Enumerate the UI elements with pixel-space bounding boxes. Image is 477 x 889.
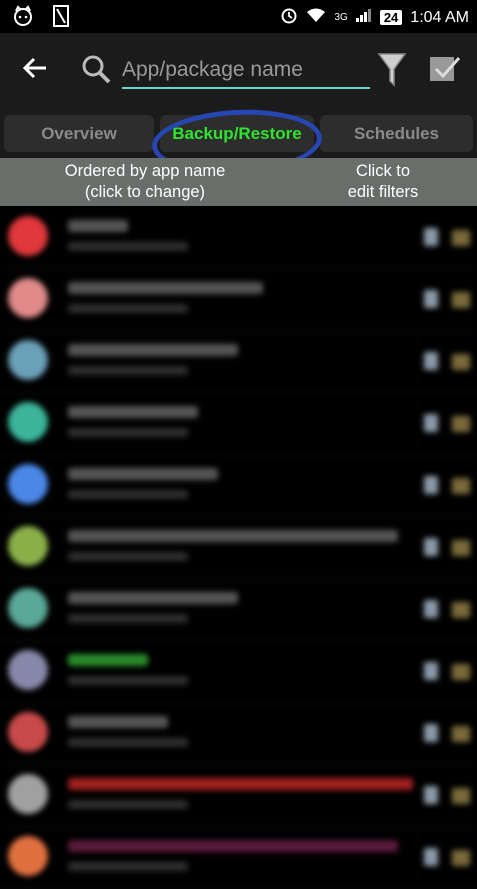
backup-status-icon — [424, 662, 438, 680]
clock: 1:04 AM — [410, 8, 469, 26]
search-icon — [80, 53, 112, 90]
data-status-icon — [452, 292, 470, 308]
backup-status-icon — [424, 848, 438, 866]
app-name — [68, 344, 238, 356]
app-package — [68, 614, 188, 623]
app-name — [68, 778, 413, 790]
app-icon — [8, 588, 48, 628]
tab-schedules[interactable]: Schedules — [320, 115, 473, 152]
app-package — [68, 428, 188, 437]
app-package — [68, 366, 188, 375]
data-status-icon — [452, 850, 470, 866]
data-status-icon — [452, 540, 470, 556]
status-bar: 3G 24 1:04 AM — [0, 0, 477, 33]
list-item[interactable] — [0, 330, 477, 393]
battery-level: 24 — [379, 10, 403, 25]
backup-status-icon — [424, 600, 438, 618]
app-name — [68, 716, 168, 728]
data-status-icon — [452, 354, 470, 370]
app-icon — [8, 712, 48, 752]
backup-status-icon — [424, 414, 438, 432]
app-icon — [8, 836, 48, 876]
list-item[interactable] — [0, 764, 477, 827]
backup-status-icon — [424, 352, 438, 370]
checkbox-icon[interactable] — [428, 53, 462, 92]
data-status-icon — [452, 726, 470, 742]
data-status-icon — [452, 230, 470, 246]
backup-status-icon — [424, 290, 438, 308]
app-name — [68, 468, 218, 480]
wifi-icon — [306, 7, 326, 28]
app-package — [68, 738, 188, 747]
sort-order-button[interactable]: Ordered by app name (click to change) — [40, 161, 250, 203]
network-type: 3G — [334, 12, 348, 23]
app-name — [68, 220, 128, 232]
tab-overview[interactable]: Overview — [4, 115, 154, 152]
edit-filters-button[interactable]: Click to edit filters — [318, 161, 448, 203]
app-package — [68, 676, 188, 685]
app-package — [68, 242, 188, 251]
app-name — [68, 592, 238, 604]
list-item[interactable] — [0, 578, 477, 641]
app-name — [68, 654, 148, 666]
app-icon — [8, 402, 48, 442]
data-status-icon — [452, 602, 470, 618]
app-name — [68, 282, 263, 294]
signal-icon — [355, 8, 372, 27]
list-item[interactable] — [0, 826, 477, 889]
app-icon — [8, 464, 48, 504]
list-item[interactable] — [0, 702, 477, 765]
list-item[interactable] — [0, 454, 477, 517]
app-package — [68, 490, 188, 499]
list-item[interactable] — [0, 392, 477, 455]
backup-status-icon — [424, 228, 438, 246]
data-status-icon — [452, 416, 470, 432]
data-status-icon — [452, 788, 470, 804]
cat-notification-icon — [12, 5, 34, 32]
app-icon — [8, 278, 48, 318]
data-status-icon — [452, 664, 470, 680]
app-name — [68, 530, 398, 542]
app-name — [68, 840, 398, 852]
app-icon — [8, 526, 48, 566]
app-package — [68, 862, 188, 871]
app-name — [68, 406, 198, 418]
app-package — [68, 800, 188, 809]
tab-bar: Overview Backup/Restore Schedules — [0, 105, 477, 179]
list-item[interactable] — [0, 206, 477, 269]
app-package — [68, 304, 188, 313]
app-package — [68, 552, 188, 561]
app-icon — [8, 216, 48, 256]
search-input[interactable] — [122, 53, 370, 89]
app-icon — [8, 650, 48, 690]
app-icon — [8, 774, 48, 814]
file-notification-icon — [52, 5, 70, 32]
backup-status-icon — [424, 724, 438, 742]
list-item[interactable] — [0, 640, 477, 703]
list-item[interactable] — [0, 268, 477, 331]
funnel-icon[interactable] — [377, 51, 407, 94]
backup-status-icon — [424, 538, 438, 556]
backup-status-icon — [424, 786, 438, 804]
app-list — [0, 206, 477, 889]
backup-status-icon — [424, 476, 438, 494]
list-item[interactable] — [0, 516, 477, 579]
toolbar — [0, 33, 477, 108]
app-icon — [8, 340, 48, 380]
info-bar: Ordered by app name (click to change) Cl… — [0, 158, 477, 206]
back-arrow-icon[interactable] — [20, 53, 56, 89]
data-status-icon — [452, 478, 470, 494]
alarm-icon — [280, 6, 298, 29]
